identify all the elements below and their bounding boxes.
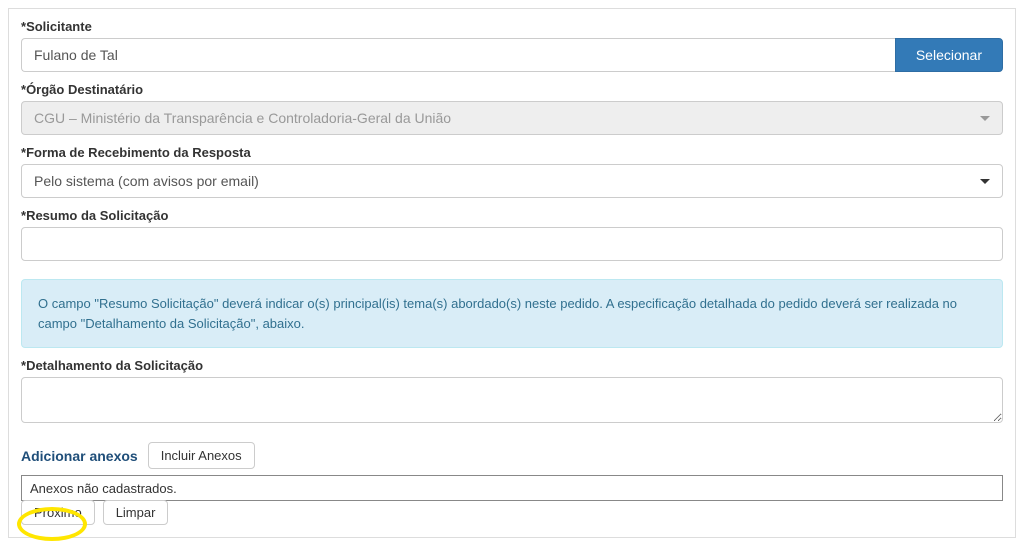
label-forma-text: Forma de Recebimento da Resposta — [26, 145, 251, 160]
label-detalhamento: *Detalhamento da Solicitação — [21, 358, 1003, 373]
textarea-detalhamento[interactable] — [21, 377, 1003, 423]
label-orgao: *Órgão Destinatário — [21, 82, 1003, 97]
anexos-row: Adicionar anexos Incluir Anexos — [21, 442, 1003, 469]
label-forma: *Forma de Recebimento da Resposta — [21, 145, 1003, 160]
select-orgao: CGU – Ministério da Transparência e Cont… — [21, 101, 1003, 135]
anexos-title: Adicionar anexos — [21, 448, 138, 464]
label-resumo: *Resumo da Solicitação — [21, 208, 1003, 223]
chevron-down-icon — [980, 179, 990, 184]
input-solicitante[interactable] — [21, 38, 895, 72]
label-solicitante-text: Solicitante — [26, 19, 92, 34]
field-detalhamento: *Detalhamento da Solicitação — [21, 358, 1003, 426]
btn-limpar[interactable]: Limpar — [103, 500, 169, 525]
field-resumo: *Resumo da Solicitação — [21, 208, 1003, 261]
select-forma-value: Pelo sistema (com avisos por email) — [34, 173, 259, 189]
field-solicitante: *Solicitante Selecionar — [21, 19, 1003, 72]
chevron-down-icon — [980, 116, 990, 121]
label-orgao-text: Órgão Destinatário — [26, 82, 143, 97]
field-forma: *Forma de Recebimento da Resposta Pelo s… — [21, 145, 1003, 198]
input-resumo[interactable] — [21, 227, 1003, 261]
select-forma[interactable]: Pelo sistema (com avisos por email) — [21, 164, 1003, 198]
label-solicitante: *Solicitante — [21, 19, 1003, 34]
btn-selecionar[interactable]: Selecionar — [895, 38, 1003, 72]
btn-proximo[interactable]: Próximo — [21, 500, 95, 525]
info-box: O campo "Resumo Solicitação" deverá indi… — [21, 279, 1003, 348]
label-resumo-text: Resumo da Solicitação — [26, 208, 168, 223]
select-orgao-value: CGU – Ministério da Transparência e Cont… — [34, 110, 451, 126]
anexos-box: Anexos não cadastrados. — [21, 475, 1003, 501]
label-detalhamento-text: Detalhamento da Solicitação — [26, 358, 203, 373]
btn-incluir-anexos[interactable]: Incluir Anexos — [148, 442, 255, 469]
form-container: *Solicitante Selecionar *Órgão Destinatá… — [8, 8, 1016, 538]
field-orgao: *Órgão Destinatário CGU – Ministério da … — [21, 82, 1003, 135]
anexos-empty-text: Anexos não cadastrados. — [30, 481, 177, 496]
action-buttons: Próximo Limpar — [21, 500, 1003, 525]
